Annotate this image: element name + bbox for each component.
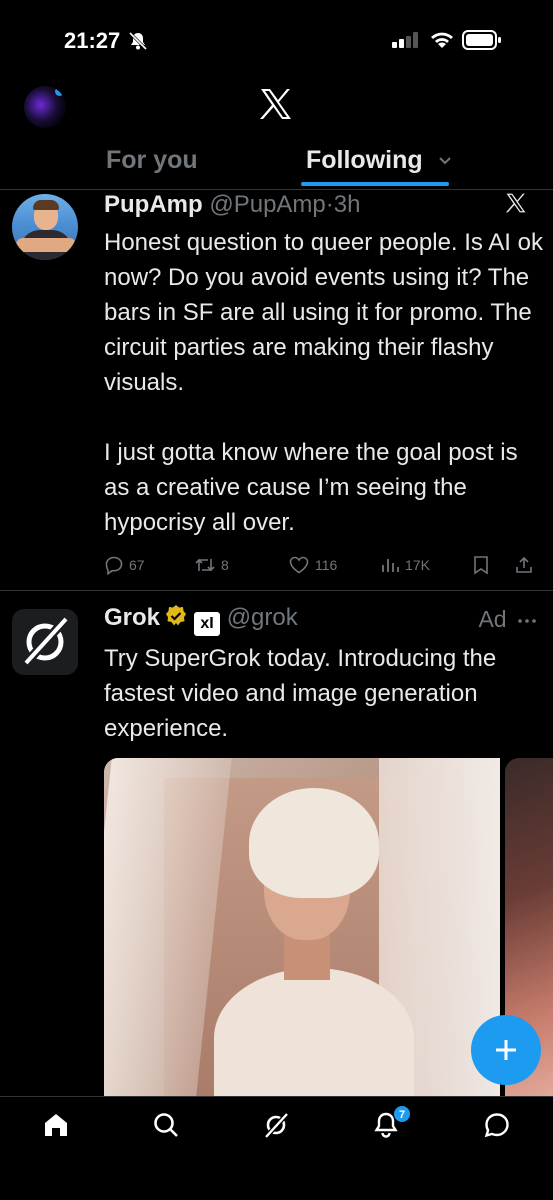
- compose-post-button[interactable]: [471, 1015, 541, 1085]
- grok-logo-icon: [24, 617, 68, 665]
- tab-for-you[interactable]: For you: [106, 146, 198, 175]
- home-icon[interactable]: [42, 1111, 70, 1139]
- view-count: 17K: [405, 557, 430, 573]
- active-tab-indicator: [301, 182, 449, 186]
- like-count: 116: [315, 557, 338, 573]
- ad-media-image[interactable]: [104, 758, 500, 1096]
- messages-icon[interactable]: [483, 1111, 511, 1139]
- heart-icon: [289, 556, 309, 574]
- grok-analyze-icon[interactable]: [505, 193, 527, 213]
- post-header: Grok xI @grok: [104, 604, 298, 636]
- repost-count: 8: [221, 557, 229, 573]
- views-button[interactable]: 17K: [380, 553, 430, 577]
- share-button[interactable]: [514, 553, 534, 577]
- ad-text: Ad: [478, 606, 507, 632]
- author-name[interactable]: Grok: [104, 604, 160, 631]
- battery-icon: [462, 30, 501, 50]
- feed-tabs: For you Following: [0, 140, 553, 190]
- reply-button[interactable]: 67: [104, 553, 145, 577]
- author-handle[interactable]: @PupAmp: [209, 191, 325, 218]
- notification-count-badge: 7: [393, 1105, 411, 1123]
- status-time: 21:27: [64, 28, 121, 53]
- plus-icon: [496, 1040, 516, 1060]
- post-header: PupAmp @PupAmp·3h: [104, 191, 360, 221]
- ad-post[interactable]: Grok xI @grok Ad Try SuperGrok today. In…: [0, 592, 553, 1096]
- analytics-icon: [382, 559, 399, 572]
- author-name[interactable]: PupAmp: [104, 191, 203, 218]
- more-options-icon[interactable]: [517, 618, 537, 624]
- author-avatar[interactable]: [12, 194, 78, 260]
- search-icon[interactable]: [152, 1111, 180, 1139]
- grok-avatar[interactable]: [12, 609, 78, 675]
- tab-following[interactable]: Following: [306, 146, 452, 175]
- repost-icon: [195, 558, 215, 572]
- post[interactable]: PupAmp @PupAmp·3h Honest question to que…: [0, 191, 553, 591]
- bookmark-icon: [474, 556, 488, 575]
- ad-label: Ad: [478, 606, 537, 633]
- profile-avatar-button[interactable]: [24, 86, 66, 128]
- tab-following-label: Following: [306, 146, 423, 174]
- wifi-icon: [431, 32, 453, 48]
- status-bar: 21:27: [0, 0, 553, 80]
- verified-badge-icon: [166, 605, 187, 626]
- post-time: 3h: [333, 191, 361, 218]
- grok-icon[interactable]: [262, 1111, 290, 1139]
- author-handle[interactable]: @grok: [227, 604, 298, 631]
- post-text: Try SuperGrok today. Introducing the fas…: [104, 645, 497, 742]
- bottom-navigation: [0, 1096, 553, 1200]
- share-icon: [516, 556, 532, 573]
- xai-affiliate-badge: xI: [194, 612, 221, 636]
- reply-count: 67: [129, 557, 145, 573]
- like-button[interactable]: 116: [288, 553, 337, 577]
- x-logo-icon: [260, 89, 291, 119]
- tab-for-you-label: For you: [106, 146, 198, 174]
- repost-button[interactable]: 8: [194, 553, 229, 577]
- post-actions: 67 8 116 17K: [104, 553, 544, 577]
- chevron-down-icon[interactable]: [438, 156, 452, 166]
- post-text: Honest question to queer people. Is AI o…: [104, 229, 543, 536]
- bell-off-icon: [128, 31, 148, 51]
- unread-dot: [55, 87, 64, 96]
- cellular-signal-icon: [392, 32, 418, 48]
- reply-icon: [105, 556, 123, 575]
- bookmark-button[interactable]: [472, 553, 490, 577]
- separator-dot: ·: [325, 191, 334, 218]
